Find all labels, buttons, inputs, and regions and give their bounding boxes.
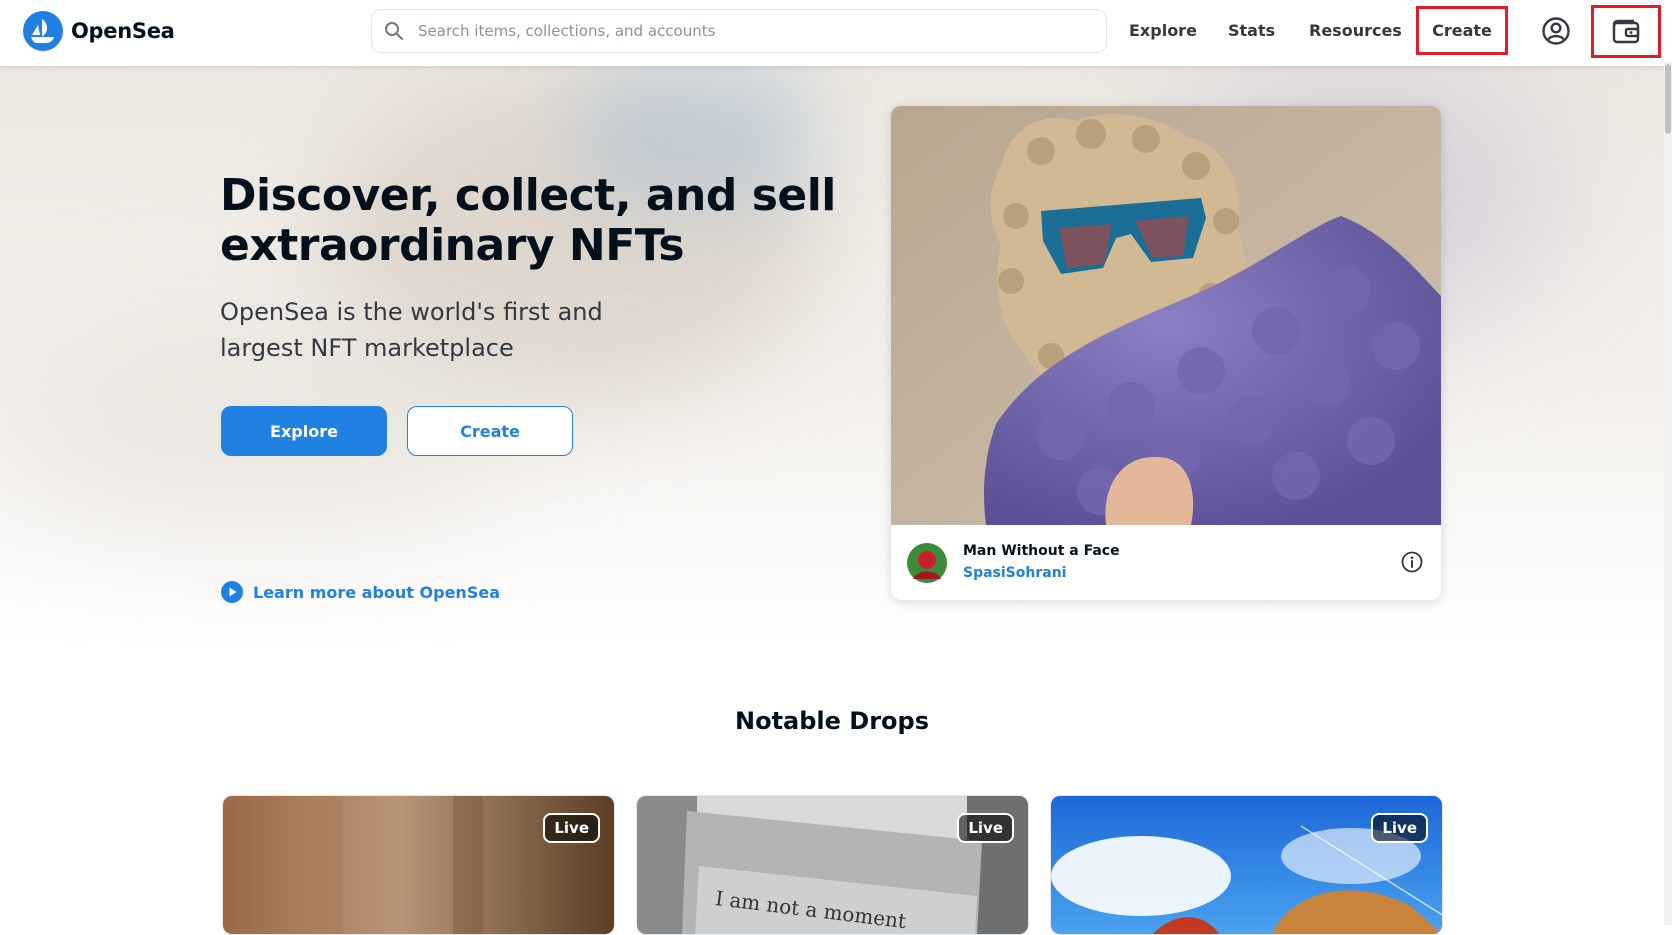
page-scrollbar[interactable] xyxy=(1664,62,1672,925)
creator-avatar[interactable] xyxy=(907,543,947,583)
learn-more-label: Learn more about OpenSea xyxy=(253,582,500,602)
hero-subtitle: OpenSea is the world's first and largest… xyxy=(220,298,603,362)
hero-title: Discover, collect, and sell extraordinar… xyxy=(220,170,836,271)
scrollbar-thumb[interactable] xyxy=(1665,64,1671,134)
featured-creator-link[interactable]: SpasiSohrani xyxy=(963,565,1066,581)
search-input[interactable] xyxy=(416,21,1080,41)
notable-drops-title: Notable Drops xyxy=(735,707,929,735)
wallet-icon xyxy=(1612,19,1640,43)
nav-explore-link[interactable]: Explore xyxy=(1129,0,1197,62)
play-circle-icon xyxy=(221,581,243,603)
live-badge: Live xyxy=(957,813,1014,843)
nav-resources-link[interactable]: Resources xyxy=(1309,0,1402,62)
account-circle-icon[interactable] xyxy=(1541,16,1571,46)
hero-explore-button[interactable]: Explore xyxy=(221,406,387,456)
featured-nft-image[interactable] xyxy=(891,106,1441,525)
learn-more-link[interactable]: Learn more about OpenSea xyxy=(221,581,500,603)
brand-name: OpenSea xyxy=(71,19,175,43)
live-badge: Live xyxy=(543,813,600,843)
search-icon xyxy=(385,22,403,40)
drop-card[interactable]: Live xyxy=(222,795,615,935)
featured-card-footer: Man Without a Face SpasiSohrani xyxy=(891,525,1441,600)
wallet-button[interactable] xyxy=(1591,5,1661,58)
top-navbar: OpenSea Explore Stats Resources Create xyxy=(0,0,1672,66)
search-bar[interactable] xyxy=(371,9,1107,53)
live-badge: Live xyxy=(1371,813,1428,843)
drop-card[interactable]: I am not a moment Live xyxy=(636,795,1029,935)
info-icon[interactable] xyxy=(1401,551,1423,573)
featured-nft-name: Man Without a Face xyxy=(963,543,1120,559)
hero-create-button[interactable]: Create xyxy=(407,406,573,456)
drop-card[interactable]: Live xyxy=(1050,795,1443,935)
nav-create-link[interactable]: Create xyxy=(1416,6,1508,55)
nav-create-label: Create xyxy=(1432,21,1492,40)
featured-nft-card[interactable]: Man Without a Face SpasiSohrani xyxy=(891,106,1441,600)
opensea-logo-link[interactable]: OpenSea xyxy=(23,11,175,51)
nav-stats-link[interactable]: Stats xyxy=(1228,0,1275,62)
opensea-logo-icon xyxy=(23,11,63,51)
